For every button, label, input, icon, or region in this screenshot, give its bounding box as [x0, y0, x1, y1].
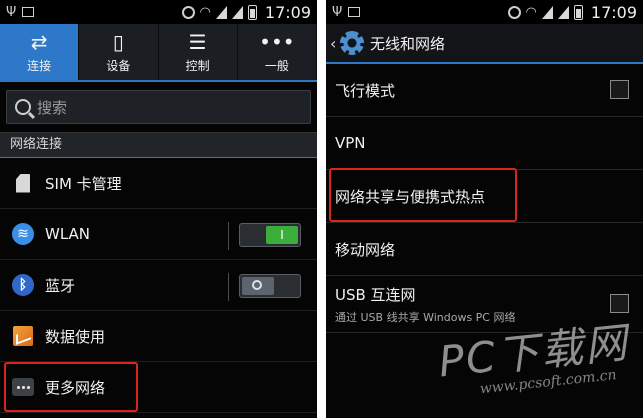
settings-tabs: ⇄ 连接 ▯ 设备 ☰ 控制 ••• 一般 — [0, 24, 317, 82]
list-item-label: 蓝牙 — [45, 276, 76, 295]
list-item-label: VPN — [335, 134, 366, 152]
signal-icon — [215, 5, 227, 19]
more-networks-icon — [12, 378, 34, 396]
list-item-label: 移动网络 — [335, 240, 396, 259]
list-item-label: WLAN — [45, 225, 91, 243]
signal-icon — [231, 5, 243, 19]
list-item-label: SIM 卡管理 — [45, 174, 122, 193]
list-item-tethering-hotspot[interactable]: 网络共享与便携式热点 — [326, 170, 643, 223]
search-icon — [15, 99, 31, 115]
tab-general[interactable]: ••• 一般 — [238, 24, 317, 80]
list-item-label: 网络共享与便携式热点 — [335, 187, 486, 206]
tab-connections[interactable]: ⇄ 连接 — [0, 24, 80, 80]
tab-device[interactable]: ▯ 设备 — [79, 24, 159, 80]
alarm-icon — [507, 5, 521, 19]
data-usage-icon — [13, 326, 33, 346]
wifi-status-icon: ◠ — [199, 4, 211, 20]
tab-label: 控制 — [185, 58, 210, 73]
signal-icon — [557, 5, 569, 19]
list-item-data-usage[interactable]: 数据使用 — [0, 311, 317, 362]
settings-screen-right: Ψ ◠ 17:09 ‹ 无线和网络 飞行模式 VPN 网络共享与便携式热点 移动… — [326, 0, 643, 418]
list-item-airplane-mode[interactable]: 飞行模式 — [326, 64, 643, 117]
bluetooth-icon: ᛒ — [12, 274, 34, 296]
sim-card-icon — [16, 173, 30, 193]
list-item-label: 更多网络 — [45, 378, 106, 397]
clock: 17:09 — [264, 2, 311, 22]
tab-controls[interactable]: ☰ 控制 — [159, 24, 238, 80]
page-title: 无线和网络 — [370, 34, 446, 53]
search-placeholder: 搜索 — [37, 98, 68, 117]
list-item-label: 数据使用 — [45, 327, 106, 346]
sliders-icon: ☰ — [188, 29, 207, 54]
list-item-bluetooth[interactable]: ᛒ 蓝牙 — [0, 260, 317, 311]
device-icon: ▯ — [112, 29, 124, 54]
airplane-mode-checkbox[interactable] — [610, 80, 629, 99]
signal-icon — [541, 5, 553, 19]
back-chevron-icon[interactable]: ‹ — [330, 34, 340, 53]
bluetooth-toggle[interactable] — [228, 273, 301, 301]
list-item-sim-management[interactable]: SIM 卡管理 — [0, 158, 317, 209]
wlan-toggle[interactable]: I — [228, 222, 301, 250]
usb-internet-checkbox[interactable] — [610, 294, 629, 313]
battery-icon — [247, 4, 257, 20]
toggle-knob: I — [266, 226, 298, 244]
usb-icon: Ψ — [6, 4, 17, 20]
list-item-label: USB 互连网 — [335, 285, 416, 304]
clock: 17:09 — [590, 2, 637, 22]
image-notification-icon — [22, 7, 35, 17]
status-bar: Ψ ◠ 17:09 — [326, 0, 643, 24]
search-input[interactable]: 搜索 — [6, 90, 311, 124]
list-item-more-networks[interactable]: 更多网络 — [0, 362, 317, 413]
tab-label: 设备 — [106, 58, 131, 73]
usb-icon: Ψ — [332, 4, 343, 20]
list-item-wlan[interactable]: ≋ WLAN I — [0, 209, 317, 260]
alarm-icon — [181, 5, 195, 19]
wifi-status-icon: ◠ — [525, 4, 537, 20]
action-bar: ‹ 无线和网络 — [326, 24, 643, 64]
tab-label: 连接 — [27, 58, 52, 73]
list-item-usb-internet[interactable]: USB 互连网 通过 USB 线共享 Windows PC 网络 — [326, 276, 643, 333]
toggle-knob — [242, 277, 274, 295]
list-item-sublabel: 通过 USB 线共享 Windows PC 网络 — [335, 310, 516, 324]
image-notification-icon — [348, 7, 361, 17]
settings-screen-left: Ψ ◠ 17:09 ⇄ 连接 ▯ 设备 ☰ 控制 ••• 一般 搜索 网络连接 … — [0, 0, 317, 418]
section-header-network: 网络连接 — [0, 132, 317, 158]
list-item-label: 飞行模式 — [335, 81, 396, 100]
list-item-vpn[interactable]: VPN — [326, 117, 643, 170]
list-item-mobile-networks[interactable]: 移动网络 — [326, 223, 643, 276]
more-dots-icon: ••• — [259, 29, 295, 54]
battery-icon — [573, 4, 583, 20]
tab-label: 一般 — [264, 58, 289, 73]
gear-icon — [340, 31, 364, 55]
swap-arrows-icon: ⇄ — [30, 29, 48, 54]
wifi-icon: ≋ — [12, 223, 34, 245]
status-bar: Ψ ◠ 17:09 — [0, 0, 317, 24]
